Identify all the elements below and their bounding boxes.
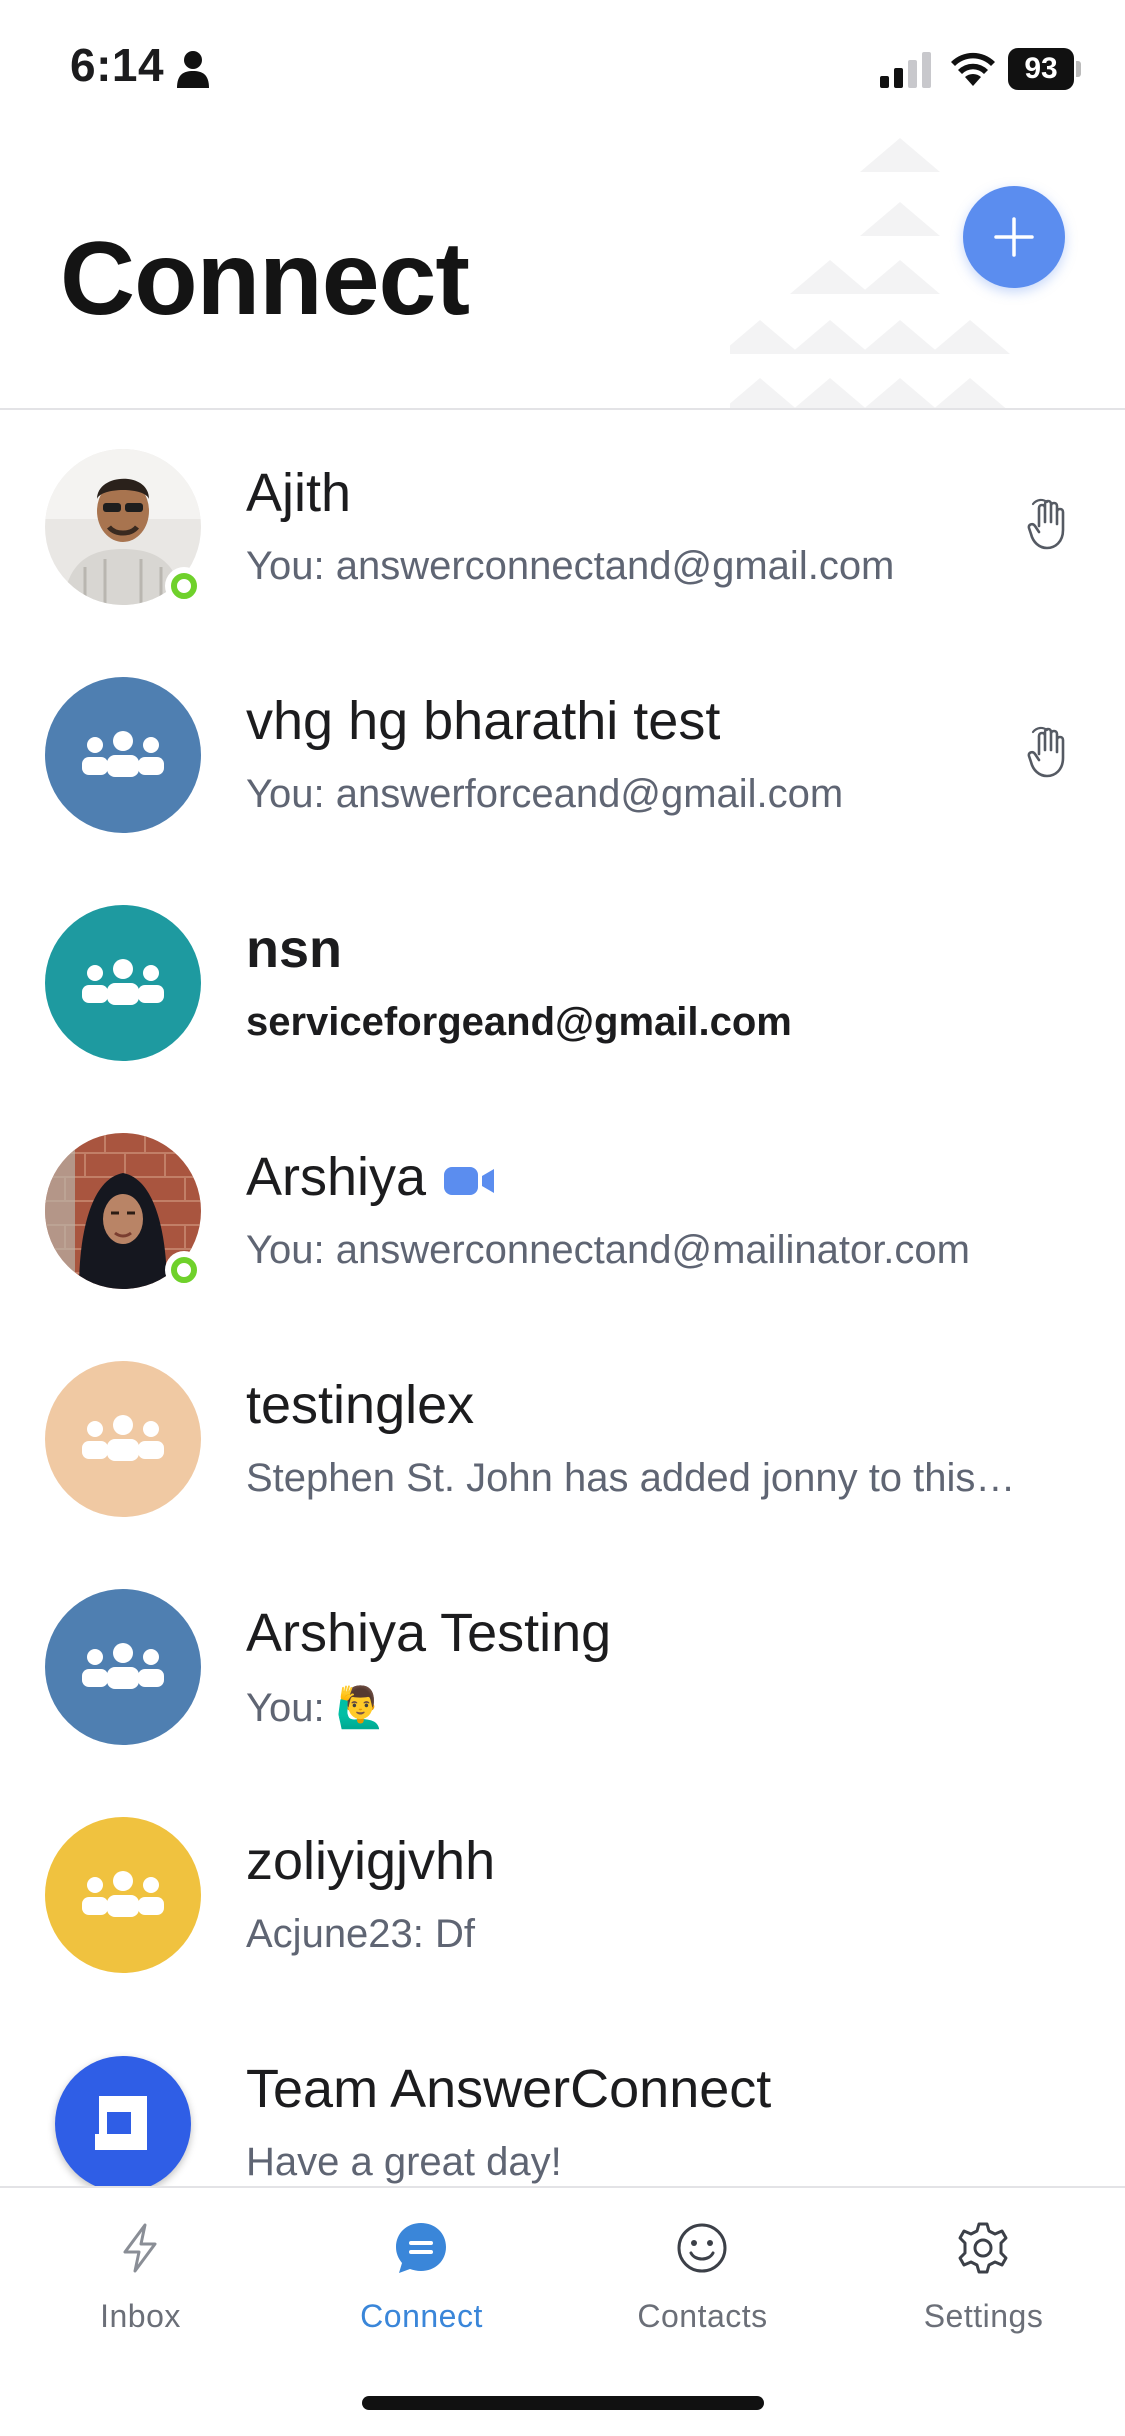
group-avatar — [45, 1817, 201, 1973]
tab-contacts[interactable]: Contacts — [562, 2188, 843, 2378]
person-icon — [177, 51, 209, 88]
conversation-preview: You: answerconnectand@gmail.com — [246, 544, 895, 588]
video-call-icon[interactable] — [444, 1165, 496, 1197]
new-conversation-button[interactable] — [963, 186, 1065, 288]
battery-level: 93 — [1008, 48, 1074, 90]
tab-settings[interactable]: Settings — [843, 2188, 1124, 2378]
conversation-preview: You: answerconnectand@mailinator.com — [246, 1228, 970, 1272]
conversation-row-arshiya-testing[interactable]: Arshiya Testing You: 🙋‍♂️ — [0, 1550, 1125, 1778]
conversation-row-testinglex[interactable]: testinglex Stephen St. John has added jo… — [0, 1322, 1125, 1550]
conversation-name: vhg hg bharathi test — [246, 691, 721, 751]
conversation-row-arshiya[interactable]: Arshiya You: answerconnectand@mailinator… — [0, 1094, 1125, 1322]
conversation-preview: Stephen St. John has added jonny to this… — [246, 1456, 1016, 1500]
conversation-preview: You: answerforceand@gmail.com — [246, 772, 844, 816]
conversation-row-team-answerconnect[interactable]: Team AnswerConnect Have a great day! — [0, 2006, 1125, 2188]
tab-connect[interactable]: Connect — [281, 2188, 562, 2378]
bolt-icon — [123, 2223, 157, 2273]
answerconnect-logo-avatar — [55, 2056, 191, 2188]
status-time: 6:14 — [70, 39, 165, 91]
battery-icon: 93 — [1008, 48, 1082, 90]
status-bar: 6:14 93 — [0, 0, 1125, 140]
conversation-name: Ajith — [246, 463, 352, 523]
tab-label: Settings — [923, 2298, 1044, 2334]
conversation-name: zoliyigjvhh — [246, 1831, 496, 1891]
conversation-row-ajith[interactable]: Ajith You: answerconnectand@gmail.com — [0, 410, 1125, 638]
group-avatar — [45, 1589, 201, 1745]
connect-screen: 6:14 93 Connect Ajith You: answerconnect… — [0, 0, 1125, 2436]
conversation-name: Arshiya Testing — [246, 1603, 612, 1663]
conversation-preview: You: 🙋‍♂️ — [246, 1686, 386, 1730]
group-avatar — [45, 677, 201, 833]
answerconnect-logo-icon — [95, 2096, 147, 2150]
conversation-list[interactable]: Ajith You: answerconnectand@gmail.com vh… — [0, 410, 1125, 2188]
group-avatar — [45, 1361, 201, 1517]
group-icon — [82, 1415, 164, 1461]
conversation-row-nsn[interactable]: nsn serviceforgeand@gmail.com — [0, 866, 1125, 1094]
tab-label: Contacts — [637, 2298, 768, 2334]
tab-label: Inbox — [100, 2298, 181, 2334]
conversation-preview: Have a great day! — [246, 2140, 562, 2184]
gear-icon — [958, 2222, 1008, 2274]
signal-icon — [880, 52, 931, 88]
group-icon — [82, 1871, 164, 1917]
home-indicator[interactable] — [362, 2396, 764, 2410]
online-status-indicator — [165, 567, 203, 605]
group-icon — [82, 959, 164, 1005]
tab-inbox[interactable]: Inbox — [0, 2188, 281, 2378]
chat-bubble-icon — [396, 2223, 446, 2273]
battery-tip — [1076, 61, 1081, 77]
online-status-indicator — [165, 1251, 203, 1289]
wifi-icon — [951, 52, 995, 86]
conversation-name: testinglex — [246, 1375, 475, 1435]
page-title: Connect — [60, 221, 470, 337]
tab-label: Connect — [360, 2298, 483, 2334]
conversation-name: Team AnswerConnect — [246, 2059, 772, 2119]
conversation-row-vhg-hg-bharathi-test[interactable]: vhg hg bharathi test You: answerforceand… — [0, 638, 1125, 866]
plus-icon — [994, 217, 1034, 257]
group-icon — [82, 1643, 164, 1689]
raised-hand-icon[interactable] — [1025, 726, 1069, 778]
conversation-name: Arshiya — [246, 1147, 427, 1207]
conversation-name-wrapper: Arshiya — [246, 1146, 496, 1208]
conversation-row-zoliyigjvhh[interactable]: zoliyigjvhh Acjune23: Df — [0, 1778, 1125, 2006]
group-avatar — [45, 905, 201, 1061]
group-icon — [82, 731, 164, 777]
conversation-preview: Acjune23: Df — [246, 1912, 476, 1956]
conversation-name: nsn — [246, 919, 343, 979]
conversation-preview: serviceforgeand@gmail.com — [246, 1000, 792, 1044]
header: Connect — [0, 120, 1125, 410]
raised-hand-icon[interactable] — [1025, 498, 1069, 550]
smiley-icon — [677, 2223, 727, 2273]
